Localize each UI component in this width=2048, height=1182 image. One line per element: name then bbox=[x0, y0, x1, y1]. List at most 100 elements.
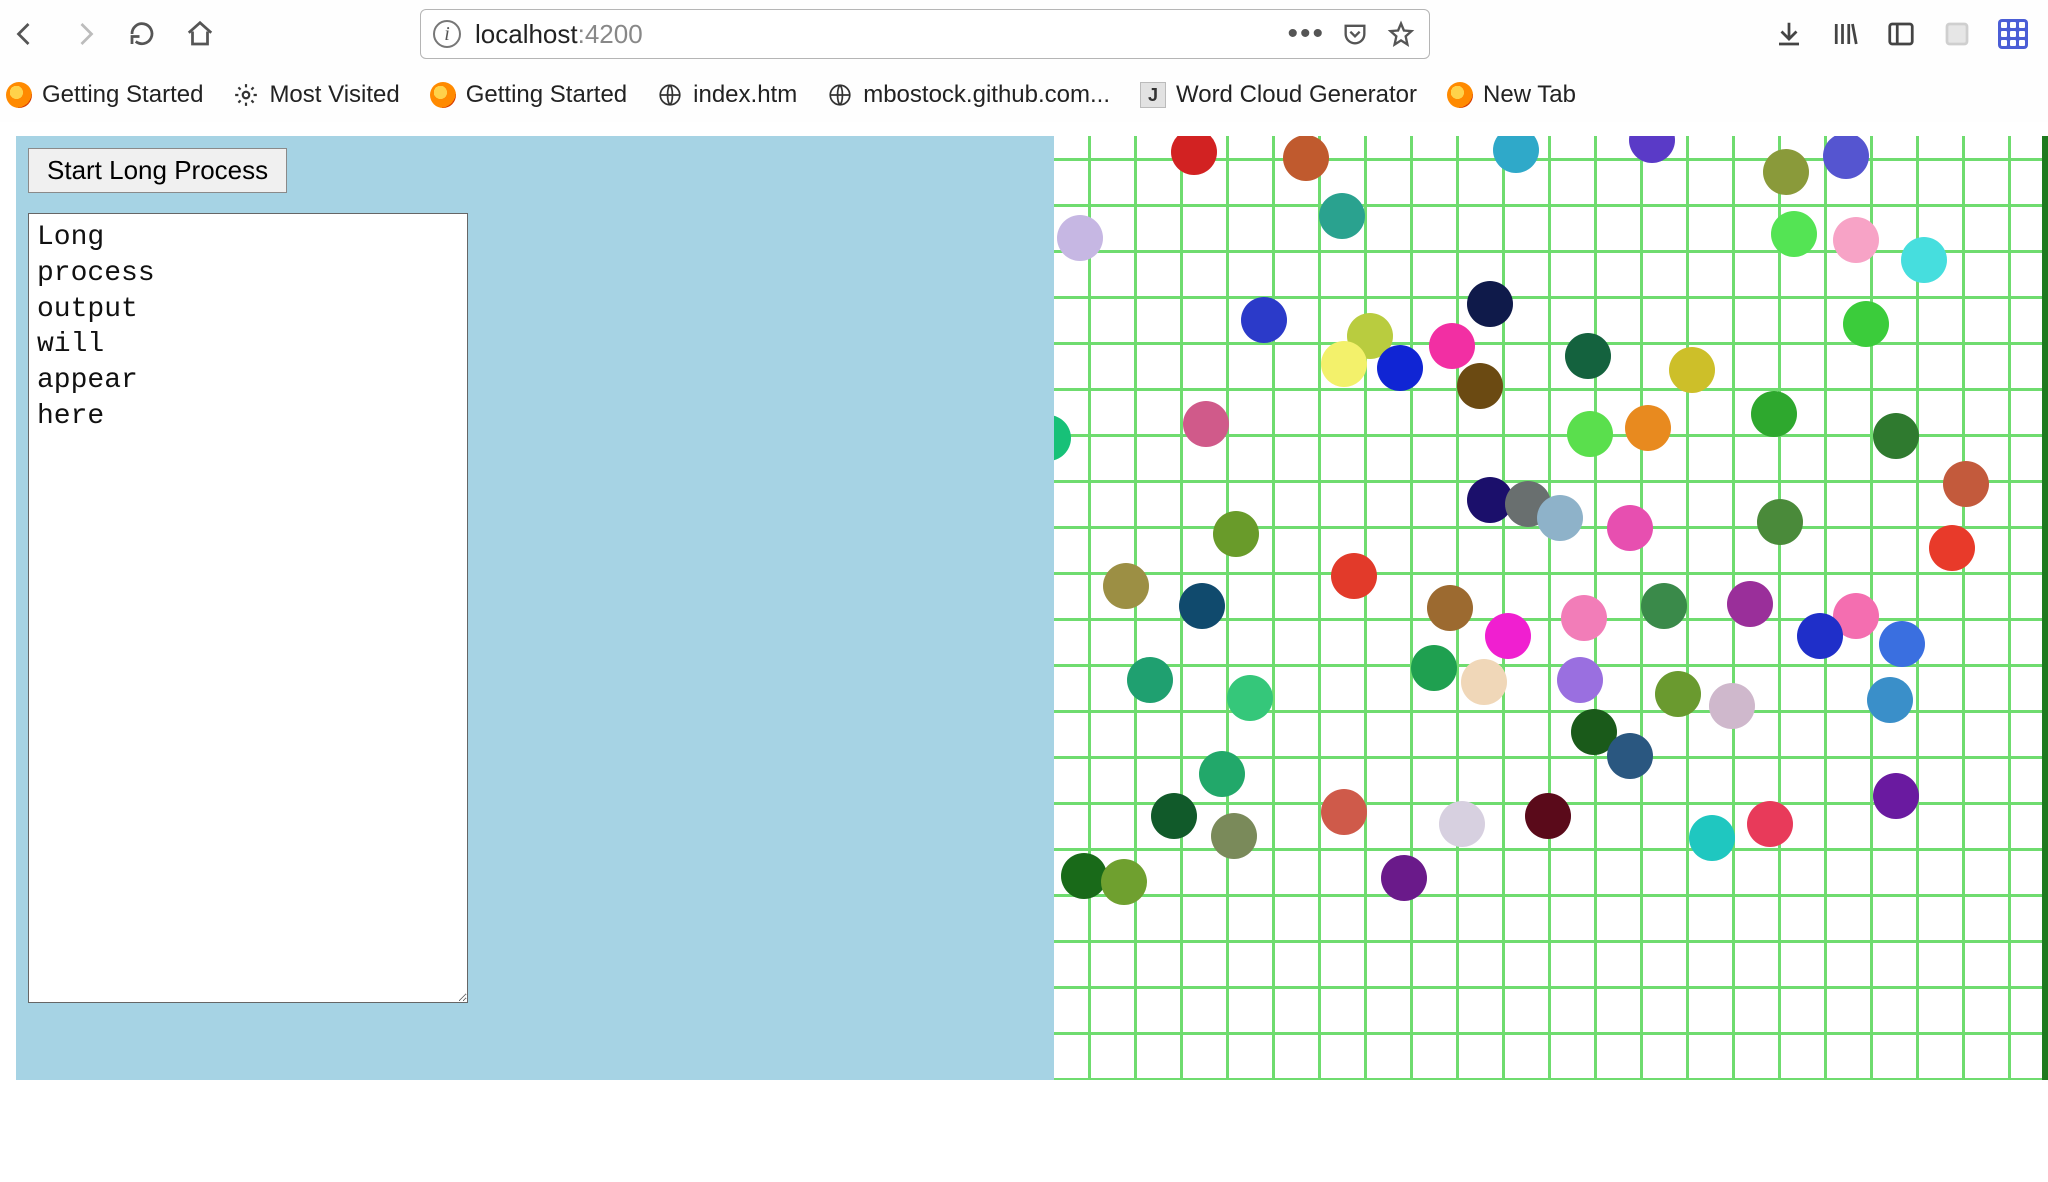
globe-icon bbox=[657, 82, 683, 108]
scatter-dot bbox=[1319, 193, 1365, 239]
scatter-dot bbox=[1929, 525, 1975, 571]
scatter-dot bbox=[1727, 581, 1773, 627]
scatter-dot bbox=[1607, 733, 1653, 779]
bookmark-label: mbostock.github.com... bbox=[863, 81, 1110, 109]
scatter-dot bbox=[1101, 859, 1147, 905]
scatter-dot bbox=[1321, 341, 1367, 387]
browser-toolbar: i localhost:4200 ••• bbox=[0, 0, 2048, 68]
scatter-dot bbox=[1565, 333, 1611, 379]
firefox-icon bbox=[430, 82, 456, 108]
bookmark-label: Most Visited bbox=[269, 81, 399, 109]
start-long-process-button[interactable]: Start Long Process bbox=[28, 148, 287, 193]
bookmark-getting-started-1[interactable]: Getting Started bbox=[6, 81, 203, 109]
site-info-icon[interactable]: i bbox=[433, 20, 461, 48]
page-content: Start Long Process bbox=[16, 136, 2048, 1080]
scatter-dot bbox=[1879, 621, 1925, 667]
scatter-dot bbox=[1943, 461, 1989, 507]
scatter-dot bbox=[1457, 363, 1503, 409]
scatter-dot bbox=[1321, 789, 1367, 835]
back-button[interactable] bbox=[4, 12, 48, 56]
scatter-dot bbox=[1411, 645, 1457, 691]
url-port: :4200 bbox=[578, 19, 643, 49]
scatter-dot bbox=[1283, 136, 1329, 181]
scatter-dot bbox=[1127, 657, 1173, 703]
scatter-dot bbox=[1241, 297, 1287, 343]
extension-disabled-icon[interactable] bbox=[1940, 17, 1974, 51]
scatter-dot bbox=[1771, 211, 1817, 257]
bookmark-getting-started-2[interactable]: Getting Started bbox=[430, 81, 627, 109]
scatter-dot bbox=[1607, 505, 1653, 551]
scatter-dot bbox=[1439, 801, 1485, 847]
forward-button[interactable] bbox=[62, 12, 106, 56]
scatter-dot bbox=[1211, 813, 1257, 859]
scatter-dot bbox=[1901, 237, 1947, 283]
scatter-dot bbox=[1655, 671, 1701, 717]
scatter-dot bbox=[1213, 511, 1259, 557]
scatter-dot bbox=[1641, 583, 1687, 629]
scatter-dot bbox=[1757, 499, 1803, 545]
scatter-dot bbox=[1057, 215, 1103, 261]
process-output-textarea[interactable] bbox=[28, 213, 468, 1003]
scatter-dot bbox=[1873, 773, 1919, 819]
url-text: localhost:4200 bbox=[475, 19, 1273, 50]
scatter-dot bbox=[1763, 149, 1809, 195]
scatter-dot bbox=[1467, 281, 1513, 327]
scatter-dot bbox=[1709, 683, 1755, 729]
scatter-dot bbox=[1669, 347, 1715, 393]
bookmark-label: New Tab bbox=[1483, 81, 1576, 109]
home-button[interactable] bbox=[178, 12, 222, 56]
bookmark-star-icon[interactable] bbox=[1385, 18, 1417, 50]
scatter-dot bbox=[1427, 585, 1473, 631]
scatter-dot bbox=[1227, 675, 1273, 721]
bookmark-index-htm[interactable]: index.htm bbox=[657, 81, 797, 109]
scatter-dot bbox=[1797, 613, 1843, 659]
bookmark-label: Word Cloud Generator bbox=[1176, 81, 1417, 109]
url-host: localhost bbox=[475, 19, 578, 49]
bookmark-mbostock[interactable]: mbostock.github.com... bbox=[827, 81, 1110, 109]
scatter-dot bbox=[1461, 659, 1507, 705]
scatter-dot bbox=[1557, 657, 1603, 703]
scatter-dot bbox=[1429, 323, 1475, 369]
letter-j-icon: J bbox=[1140, 82, 1166, 108]
bookmark-label: index.htm bbox=[693, 81, 797, 109]
scatter-dot bbox=[1525, 793, 1571, 839]
scatter-dot bbox=[1381, 855, 1427, 901]
bookmark-label: Getting Started bbox=[42, 81, 203, 109]
bookmarks-bar: Getting Started Most Visited Getting Sta… bbox=[0, 68, 2048, 122]
scatter-dot bbox=[1833, 217, 1879, 263]
scatter-dot bbox=[1061, 853, 1107, 899]
scatter-dot bbox=[1377, 345, 1423, 391]
apps-grid-icon[interactable] bbox=[1996, 17, 2030, 51]
scatter-dot bbox=[1199, 751, 1245, 797]
scatter-dot bbox=[1747, 801, 1793, 847]
globe-icon bbox=[827, 82, 853, 108]
scatter-dot bbox=[1689, 815, 1735, 861]
scatter-dot bbox=[1561, 595, 1607, 641]
firefox-icon bbox=[6, 82, 32, 108]
gear-icon bbox=[233, 82, 259, 108]
scatter-dot bbox=[1183, 401, 1229, 447]
scatter-grid-panel bbox=[1054, 136, 2048, 1080]
library-icon[interactable] bbox=[1828, 17, 1862, 51]
pocket-icon[interactable] bbox=[1339, 18, 1371, 50]
scatter-dot bbox=[1537, 495, 1583, 541]
scatter-dot bbox=[1485, 613, 1531, 659]
scatter-dot bbox=[1873, 413, 1919, 459]
left-control-panel: Start Long Process bbox=[16, 136, 1054, 1080]
scatter-dot bbox=[1867, 677, 1913, 723]
bookmark-new-tab[interactable]: New Tab bbox=[1447, 81, 1576, 109]
bookmark-word-cloud[interactable]: J Word Cloud Generator bbox=[1140, 81, 1417, 109]
bookmark-label: Getting Started bbox=[466, 81, 627, 109]
scatter-dot bbox=[1843, 301, 1889, 347]
scatter-dot bbox=[1331, 553, 1377, 599]
sidebar-icon[interactable] bbox=[1884, 17, 1918, 51]
firefox-icon bbox=[1447, 82, 1473, 108]
page-actions-icon[interactable]: ••• bbox=[1287, 17, 1325, 51]
reload-button[interactable] bbox=[120, 12, 164, 56]
scatter-dot bbox=[1625, 405, 1671, 451]
downloads-icon[interactable] bbox=[1772, 17, 1806, 51]
scatter-dot bbox=[1103, 563, 1149, 609]
address-bar[interactable]: i localhost:4200 ••• bbox=[420, 9, 1430, 59]
bookmark-most-visited[interactable]: Most Visited bbox=[233, 81, 399, 109]
scatter-dot bbox=[1751, 391, 1797, 437]
